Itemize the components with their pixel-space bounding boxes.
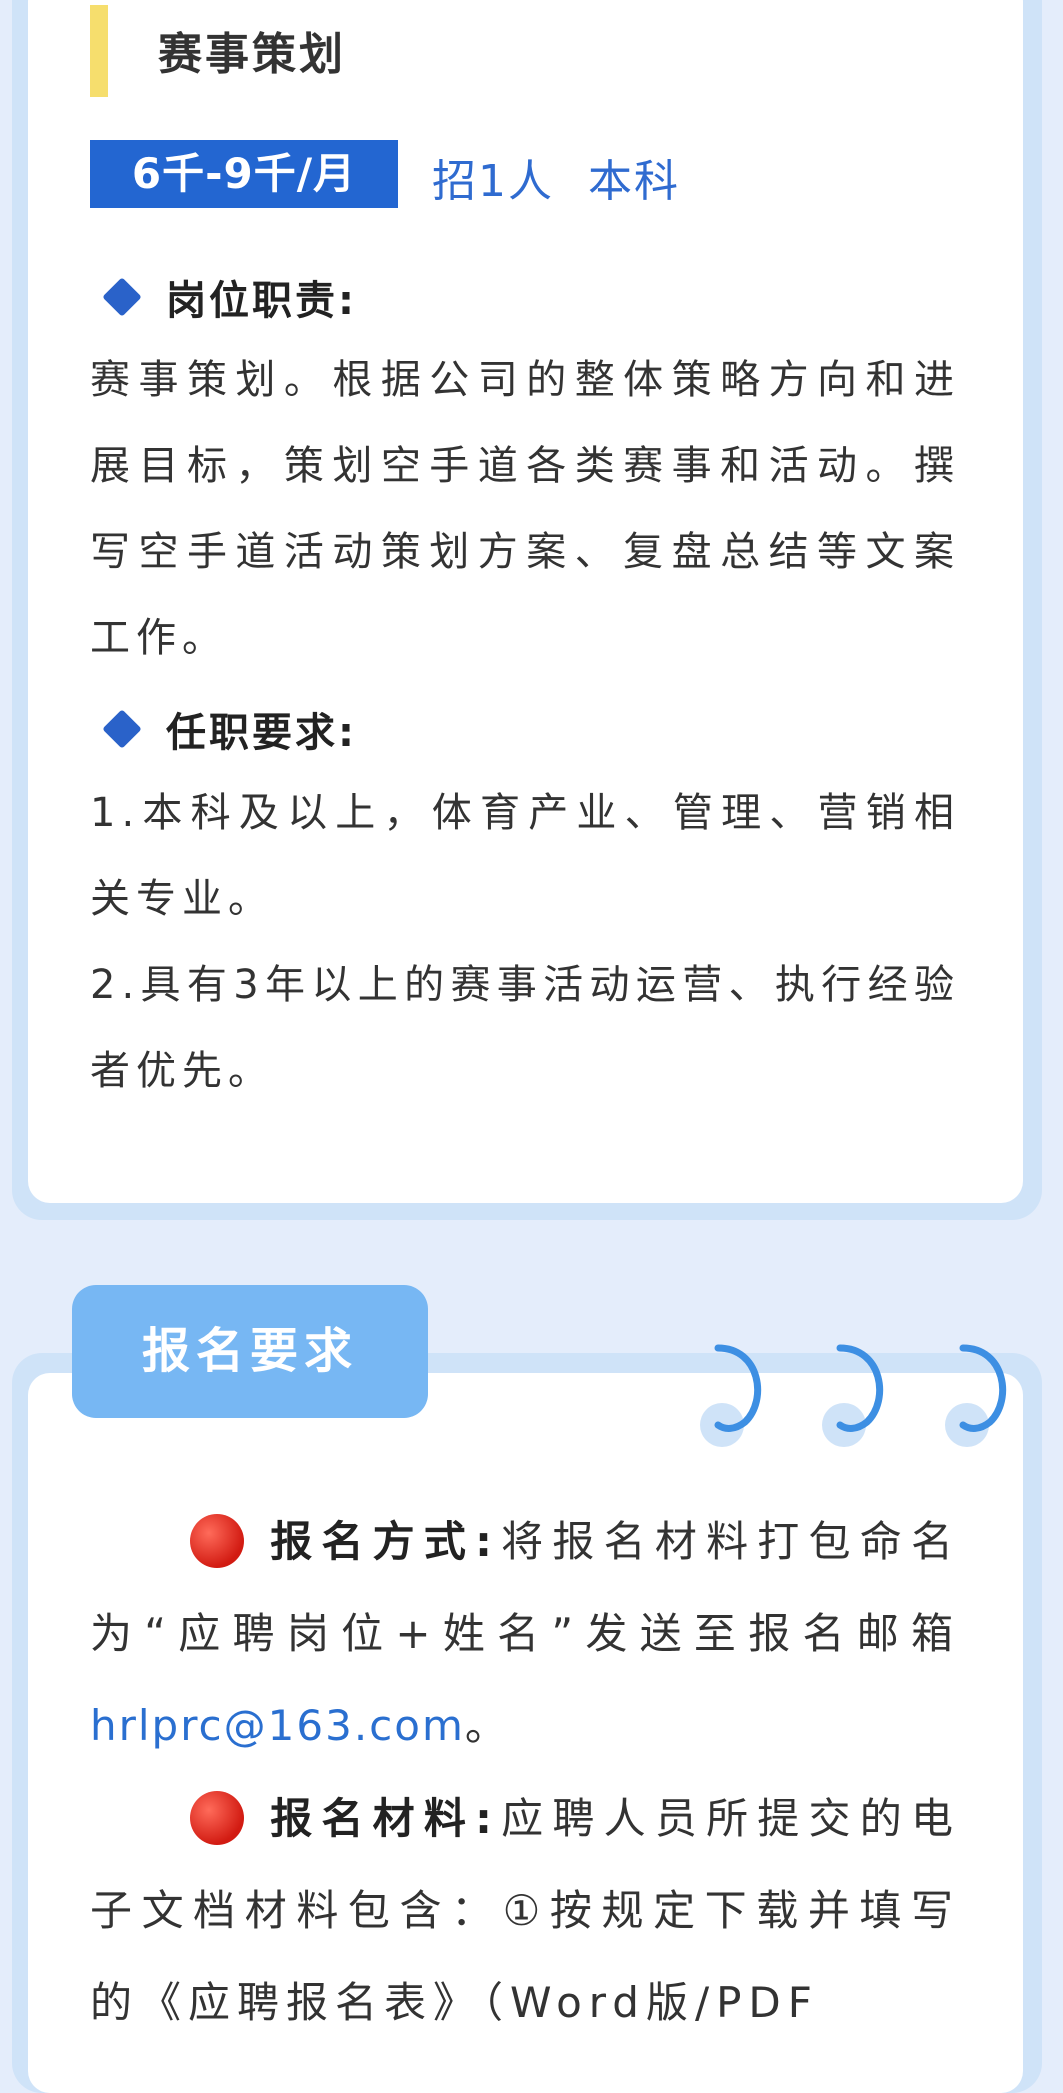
diamond-icon bbox=[102, 277, 142, 317]
duties-heading-label: 岗位职责: bbox=[166, 278, 357, 324]
diamond-icon bbox=[102, 709, 142, 749]
requirements-heading: 任职要求: bbox=[100, 700, 357, 758]
job-title: 赛事策划 bbox=[158, 29, 346, 80]
apply-method-paragraph: 报名方式:将报名材料打包命名为“应聘岗位+姓名”发送至报名邮箱hrlprc@16… bbox=[90, 1496, 960, 1772]
apply-email-link[interactable]: hrlprc@163.com bbox=[90, 1701, 465, 1750]
apply-tab-label: 报名要求 bbox=[72, 1285, 428, 1418]
headcount-text: 招1人 bbox=[432, 156, 554, 207]
duties-heading: 岗位职责: bbox=[100, 268, 357, 326]
ring-decoration-icon bbox=[700, 1344, 762, 1447]
requirements-heading-label: 任职要求: bbox=[166, 710, 357, 756]
requirement-item-2: 2.具有3年以上的赛事活动运营、执行经验者优先。 bbox=[90, 962, 960, 1094]
title-accent-bar bbox=[90, 5, 108, 97]
education-text: 本科 bbox=[588, 156, 680, 207]
ring-decoration-icon bbox=[945, 1344, 1007, 1447]
apply-method-label: 报名方式: bbox=[268, 1517, 499, 1566]
red-circle-icon bbox=[190, 1513, 244, 1568]
ring-decoration-icon bbox=[822, 1344, 884, 1447]
salary-badge: 6千-9千/月 bbox=[90, 140, 398, 208]
red-circle-icon bbox=[190, 1790, 244, 1845]
duties-text: 赛事策划。根据公司的整体策略方向和进展目标，策划空手道各类赛事和活动。撰写空手道… bbox=[90, 357, 960, 661]
apply-method-end: 。 bbox=[464, 1701, 514, 1750]
requirement-item-1: 1.本科及以上，体育产业、管理、营销相关专业。 bbox=[90, 790, 960, 922]
apply-materials-paragraph: 报名材料:应聘人员所提交的电子文档材料包含：①按规定下载并填写的《应聘报名表》（… bbox=[90, 1773, 960, 2049]
apply-materials-label: 报名材料: bbox=[268, 1794, 499, 1843]
